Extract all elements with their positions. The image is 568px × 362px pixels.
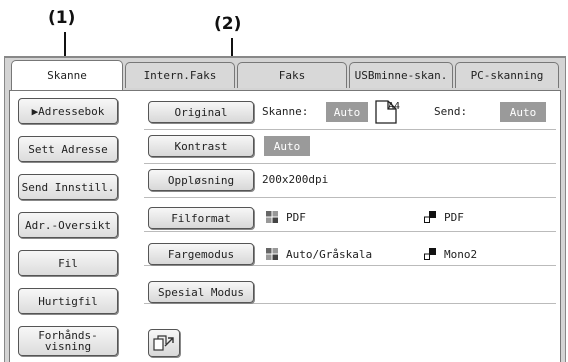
scan-size-value: Auto <box>326 102 368 122</box>
tab-skanne[interactable]: Skanne <box>11 60 123 90</box>
tab-usb-scan[interactable]: USBminne-skan. <box>349 62 453 88</box>
preview-scan-button[interactable] <box>148 329 180 357</box>
address-book-button[interactable]: ▶Adressebok <box>18 98 118 124</box>
callout-1: (1) <box>48 8 76 28</box>
original-button[interactable]: Original <box>148 101 254 123</box>
preview-button-line2: visning <box>44 340 92 353</box>
black-white-squares-icon <box>424 211 436 223</box>
color-mode-button[interactable]: Fargemodus <box>148 243 254 265</box>
send-size-label: Send: <box>434 105 468 118</box>
scan-size-label: Skanne: <box>262 105 309 118</box>
tab-faks[interactable]: Faks <box>237 62 347 88</box>
resolution-button[interactable]: Oppløsning <box>148 169 254 191</box>
color-mode-color-value: Auto/Gråskala <box>286 248 373 261</box>
special-modes-button[interactable]: Spesial Modus <box>148 281 254 303</box>
contrast-value: Auto <box>264 136 310 156</box>
file-format-mono-value: PDF <box>444 211 464 224</box>
scan-panel: Skanne Intern.Faks Faks USBminne-skan. P… <box>4 56 566 362</box>
color-mode-mono-value: Mono2 <box>444 248 478 261</box>
send-settings-button[interactable]: Send Innstill. <box>18 174 118 200</box>
preview-button[interactable]: Forhånds- visning <box>18 326 118 356</box>
preview-scan-icon <box>153 335 174 351</box>
contrast-button[interactable]: Kontrast <box>148 135 254 157</box>
file-format-color-value: PDF <box>286 211 306 224</box>
callout-2: (2) <box>214 14 242 34</box>
address-review-button[interactable]: Adr.-Oversikt <box>18 212 118 238</box>
set-address-button[interactable]: Sett Adresse <box>18 136 118 162</box>
tab-bar: Skanne Intern.Faks Faks USBminne-skan. P… <box>5 60 565 90</box>
black-white-squares-icon <box>424 248 436 260</box>
four-square-color-icon <box>266 248 278 260</box>
paper-size-value: A4 <box>388 101 401 112</box>
tab-intern-faks[interactable]: Intern.Faks <box>125 62 235 88</box>
resolution-value: 200x200dpi <box>262 173 329 186</box>
tab-pc-scanning[interactable]: PC-skanning <box>455 62 559 88</box>
send-size-value: Auto <box>500 102 546 122</box>
file-button[interactable]: Fil <box>18 250 118 276</box>
file-format-button[interactable]: Filformat <box>148 207 254 229</box>
four-square-color-icon <box>266 211 278 223</box>
tab-content: ▶Adressebok Sett Adresse Send Innstill. … <box>9 90 561 362</box>
quick-file-button[interactable]: Hurtigfil <box>18 288 118 314</box>
